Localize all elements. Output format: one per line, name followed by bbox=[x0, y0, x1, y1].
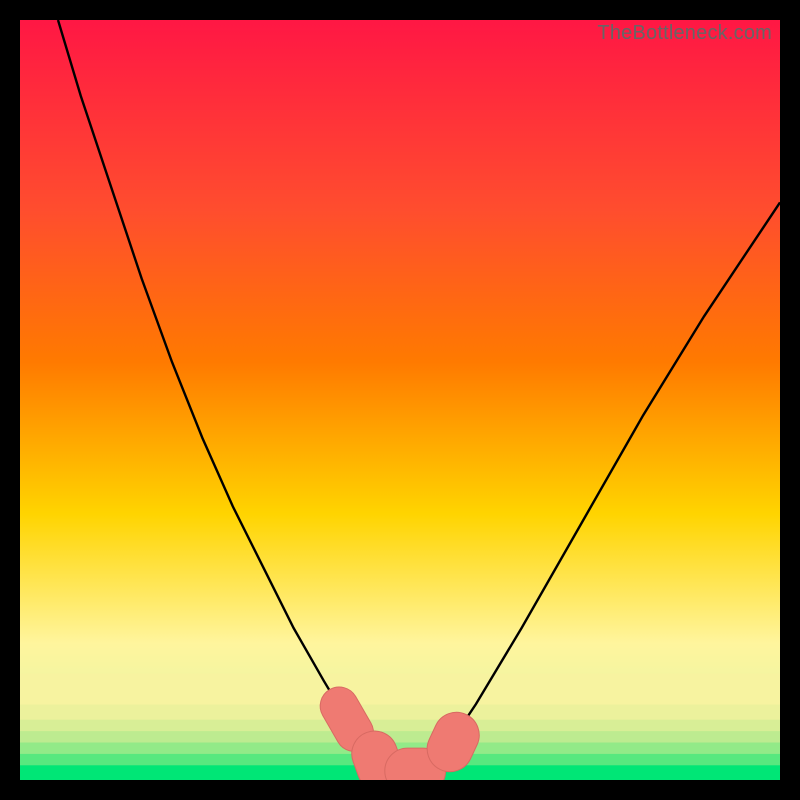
chart-frame: TheBottleneck.com bbox=[20, 20, 780, 780]
bottleneck-chart bbox=[20, 20, 780, 780]
watermark-text: TheBottleneck.com bbox=[597, 22, 772, 45]
gradient-background bbox=[20, 20, 780, 780]
